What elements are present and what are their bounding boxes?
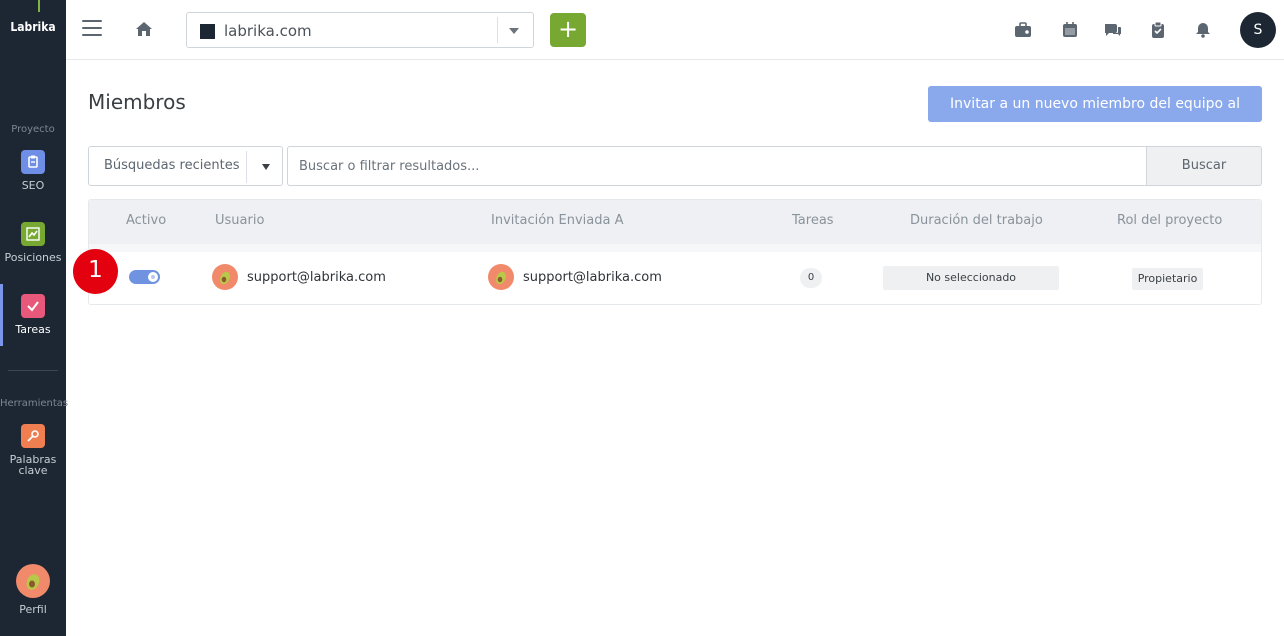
recent-searches-label: Búsquedas recientes xyxy=(104,158,240,173)
sidebar-item-palabras-clave[interactable]: Palabras clave xyxy=(0,424,66,476)
caret-down-icon[interactable] xyxy=(262,164,270,170)
bell-icon[interactable] xyxy=(1193,20,1213,40)
avocado-avatar-icon xyxy=(212,264,238,290)
chart-icon xyxy=(21,222,45,246)
header-separator xyxy=(89,244,1261,252)
column-header-invitation[interactable]: Invitación Enviada A xyxy=(491,213,624,228)
chevron-down-icon[interactable] xyxy=(509,28,519,34)
sidebar-item-tareas[interactable]: Tareas xyxy=(0,294,66,335)
column-header-tasks[interactable]: Tareas xyxy=(792,213,834,228)
invite-member-button[interactable]: Invitar a un nuevo miembro del equipo al… xyxy=(928,86,1262,148)
search-input[interactable] xyxy=(287,146,1147,186)
home-icon[interactable] xyxy=(134,19,154,39)
clipboard-icon[interactable] xyxy=(1148,20,1168,40)
key-icon xyxy=(21,424,45,448)
sidebar-item-label: Perfil xyxy=(19,603,47,616)
column-header-active[interactable]: Activo xyxy=(126,213,166,228)
calendar-icon[interactable] xyxy=(1060,20,1080,40)
logo-accent xyxy=(38,0,40,12)
table-header: Activo Usuario Invitación Enviada A Tare… xyxy=(89,200,1261,244)
sidebar-item-label: Palabras clave xyxy=(9,453,57,477)
page-title: Miembros xyxy=(88,90,186,114)
sidebar-divider xyxy=(8,370,58,371)
role-badge[interactable]: Propietario xyxy=(1132,268,1203,290)
logo[interactable]: Labrika xyxy=(0,20,66,34)
tasks-count-badge[interactable]: 0 xyxy=(800,268,822,288)
sidebar-item-label: SEO xyxy=(21,179,45,192)
column-header-duration[interactable]: Duración del trabajo xyxy=(910,213,1043,228)
members-table: Activo Usuario Invitación Enviada A Tare… xyxy=(88,199,1262,305)
dropdown-divider xyxy=(246,151,247,183)
active-toggle[interactable] xyxy=(129,270,160,284)
selector-divider xyxy=(497,17,498,43)
avocado-avatar-icon xyxy=(16,564,50,598)
check-icon xyxy=(21,294,45,318)
user-email: support@labrika.com xyxy=(247,270,386,285)
site-selector-value: labrika.com xyxy=(224,22,312,40)
add-button[interactable]: + xyxy=(550,13,586,47)
sidebar-item-label: Posiciones xyxy=(4,251,62,264)
sidebar-item-posiciones[interactable]: Posiciones xyxy=(0,222,66,263)
sidebar: Labrika Proyecto SEO Posiciones Tareas H… xyxy=(0,0,69,636)
step-marker: 1 xyxy=(73,249,118,294)
avocado-avatar-icon xyxy=(488,264,514,290)
section-label-project: Proyecto xyxy=(11,124,55,135)
section-label-tools: Herramientas xyxy=(0,398,69,409)
chat-icon[interactable] xyxy=(1103,20,1123,40)
top-bar: labrika.com + S xyxy=(66,0,1284,60)
work-duration-select[interactable]: No seleccionado xyxy=(883,266,1059,290)
site-selector[interactable]: labrika.com xyxy=(186,12,534,48)
search-button[interactable]: Buscar xyxy=(1146,146,1262,186)
seo-icon xyxy=(21,150,45,174)
sidebar-item-seo[interactable]: SEO xyxy=(0,150,66,191)
sidebar-item-label: Tareas xyxy=(15,323,51,336)
sidebar-item-perfil[interactable]: Perfil xyxy=(0,564,66,615)
toggle-knob xyxy=(148,272,158,282)
column-header-user[interactable]: Usuario xyxy=(215,213,264,228)
user-avatar[interactable]: S xyxy=(1240,12,1276,48)
menu-icon[interactable] xyxy=(82,20,102,38)
column-header-role[interactable]: Rol del proyecto xyxy=(1117,213,1222,228)
site-favicon-icon xyxy=(200,24,215,39)
invitation-email: support@labrika.com xyxy=(523,270,662,285)
recent-searches-dropdown[interactable]: Búsquedas recientes xyxy=(88,146,283,186)
briefcase-icon[interactable] xyxy=(1013,20,1033,40)
